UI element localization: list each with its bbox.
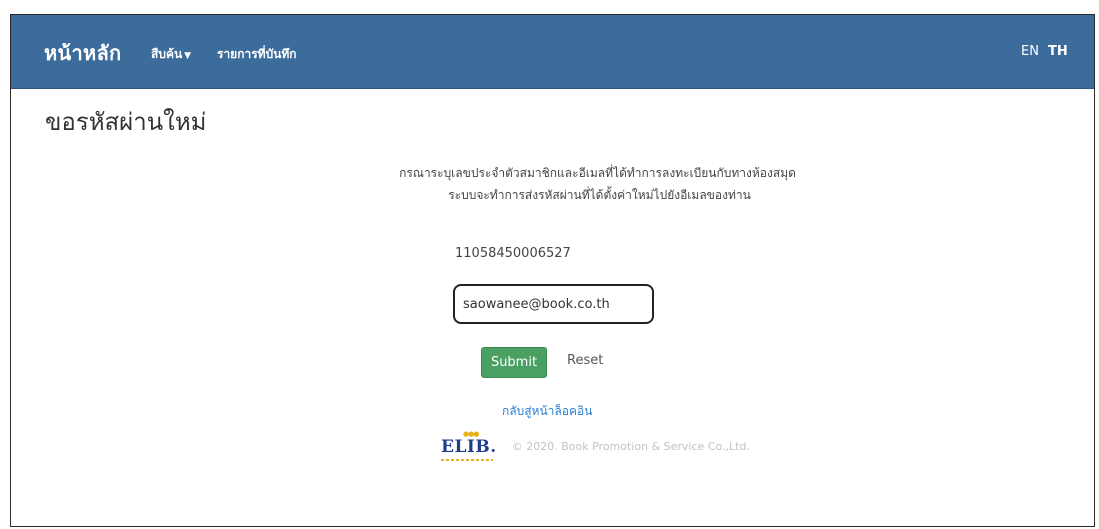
member-id-value: 11058450006527 <box>455 246 571 261</box>
page-frame: หน้าหลัก สืบค้น ▼ รายการที่บันทึก EN TH ข… <box>10 14 1095 527</box>
saved-records-link[interactable]: รายการที่บันทึก <box>217 45 297 64</box>
instruction-line-2: ระบบจะทำการส่งรหัสผ่านที่ได้ตั้งค่าใหม่ไ… <box>448 188 751 202</box>
copyright-text: © 2020. Book Promotion & Service Co.,Ltd… <box>511 440 750 453</box>
language-th-link[interactable]: TH <box>1048 44 1068 59</box>
search-menu[interactable]: สืบค้น ▼ <box>151 45 191 64</box>
home-link[interactable]: หน้าหลัก <box>44 37 121 69</box>
back-to-login-link[interactable]: กลับสู่หน้าล็อคอิน <box>502 402 592 421</box>
logo-dots-icon: ●●● <box>463 428 479 438</box>
instruction-line-1: กรณาระบุเลขประจำตัวสมาชิกและอีเมลที่ได้ท… <box>399 166 796 180</box>
email-field[interactable] <box>453 284 654 324</box>
logo-text: ELIB. <box>441 436 497 457</box>
submit-button[interactable]: Submit <box>481 347 547 378</box>
instructions: กรณาระบุเลขประจำตัวสมาชิกและอีเมลที่ได้ท… <box>11 162 1094 206</box>
page-title: ขอรหัสผ่านใหม่ <box>45 108 207 136</box>
caret-down-icon: ▼ <box>184 51 192 61</box>
top-navbar: หน้าหลัก สืบค้น ▼ รายการที่บันทึก EN TH <box>11 15 1094 89</box>
language-en-link[interactable]: EN <box>1021 44 1039 59</box>
logo-underline <box>441 458 493 461</box>
search-menu-label: สืบค้น <box>151 47 183 61</box>
elib-logo: ●●● ELIB. <box>441 429 497 461</box>
reset-button[interactable]: Reset <box>567 353 603 368</box>
footer: ●●● ELIB. © 2020. Book Promotion & Servic… <box>441 429 750 461</box>
